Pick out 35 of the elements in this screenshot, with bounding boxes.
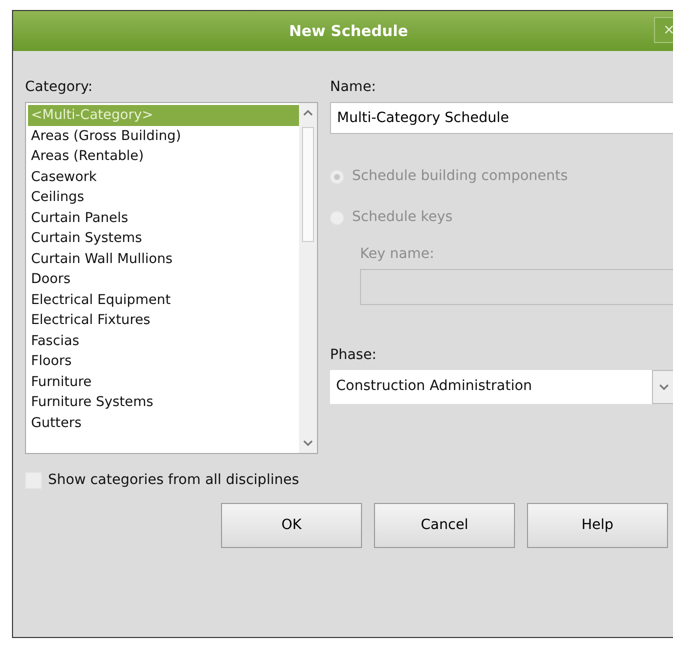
list-item[interactable]: Areas (Gross Building) (28, 126, 299, 146)
scrollbar[interactable] (299, 103, 317, 453)
category-label: Category: (25, 78, 93, 97)
list-item[interactable]: Curtain Systems (28, 228, 299, 248)
list-item[interactable]: Floors (28, 351, 299, 372)
caret-icon[interactable] (659, 383, 669, 391)
window-title: New Schedule (288, 20, 408, 42)
dialog-button[interactable]: OK (221, 503, 362, 548)
list-item[interactable]: Furniture (28, 372, 299, 392)
radio-label: Schedule building components (352, 167, 568, 186)
list-item[interactable]: Electrical Fixtures (28, 310, 299, 330)
list-item[interactable]: Furniture Systems (28, 392, 299, 412)
list-item[interactable]: Doors (28, 269, 299, 290)
phase-dropdown[interactable]: Construction Administration (330, 370, 673, 404)
key-name-label: Key name: (360, 245, 434, 264)
dialog-button[interactable]: Help (527, 503, 668, 548)
name-label: Name: (330, 78, 376, 97)
list-item[interactable]: Curtain Panels (28, 208, 299, 228)
dropdown-value: Construction Administration (335, 377, 534, 396)
list-item[interactable]: Gutters (28, 412, 299, 433)
dialog-button[interactable]: Cancel (374, 503, 515, 548)
key-name-field[interactable] (360, 269, 673, 305)
scroll-up-icon[interactable] (303, 109, 313, 117)
name-field[interactable]: Multi-Category Schedule (330, 102, 673, 134)
scroll-thumb[interactable] (302, 127, 314, 242)
list-item[interactable]: Curtain Wall Mullions (28, 248, 299, 269)
scroll-down-icon[interactable] (303, 439, 313, 447)
list-item[interactable]: Areas (Rentable) (28, 146, 299, 166)
checkbox-label: Show categories from all disciplines (48, 471, 300, 490)
phase-label: Phase: (330, 346, 377, 365)
list-item[interactable]: Casework (28, 166, 299, 187)
list-item[interactable]: Electrical Equipment (28, 290, 299, 310)
radio-label: Schedule keys (352, 208, 453, 227)
list-item[interactable]: Fascias (28, 330, 299, 351)
list-item[interactable]: Ceilings (28, 187, 299, 208)
